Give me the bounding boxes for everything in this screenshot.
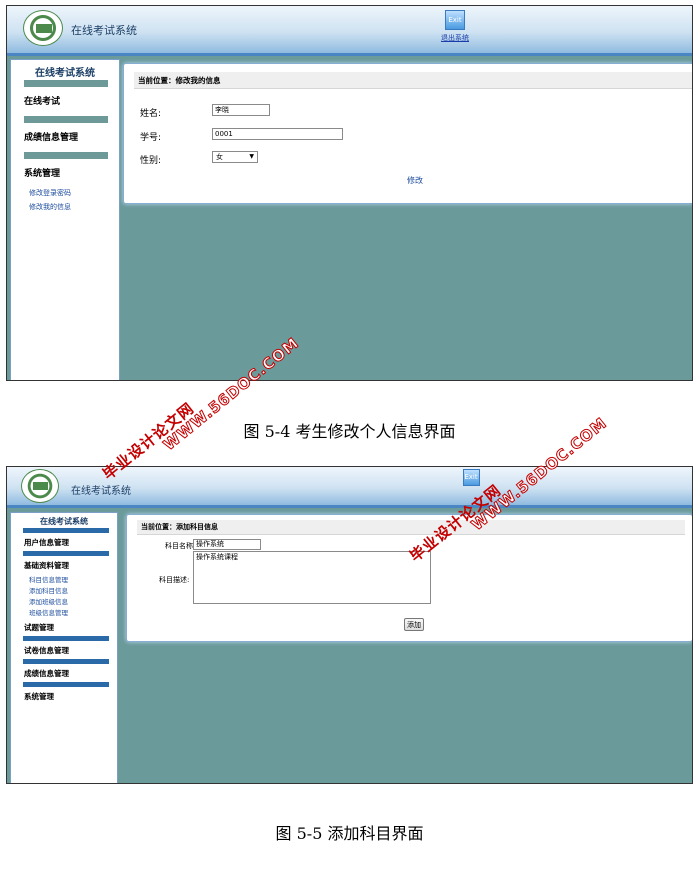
sidebar-heading: 在线考试系统 xyxy=(40,516,88,526)
screenshot-edit-my-info: 在线考试系统 Exit 退出系统 在线考试系统 在线考试 成绩信息管理 系统管理… xyxy=(6,5,693,381)
modify-link[interactable]: 修改 xyxy=(407,175,423,186)
sidebar-group-user-management[interactable]: 用户信息管理 xyxy=(11,533,117,551)
exit-control[interactable]: Exit xyxy=(453,469,489,486)
figure-caption-5-5: 图 5-5 添加科目界面 xyxy=(275,824,424,843)
breadcrumb: 当前位置：添加科目信息 xyxy=(137,520,685,535)
sidebar-group-system-management[interactable]: 系统管理 xyxy=(11,159,119,188)
exit-control[interactable]: Exit 退出系统 xyxy=(437,10,473,43)
sidebar-divider xyxy=(24,116,108,123)
university-logo xyxy=(21,469,59,503)
subject-desc-textarea[interactable]: 操作系统课程 xyxy=(193,551,431,604)
student-id-input[interactable]: 0001 xyxy=(212,128,343,140)
sidebar-link-add-subject[interactable]: 添加科目信息 xyxy=(11,585,117,596)
exit-link[interactable]: 退出系统 xyxy=(437,33,473,43)
gender-select[interactable]: 女 ▼ xyxy=(212,151,258,163)
app-title: 在线考试系统 xyxy=(71,486,131,497)
main-panel: 当前位置：添加科目信息 科目名称: 操作系统 科目描述: 操作系统课程 添加 xyxy=(126,514,692,642)
add-button[interactable]: 添加 xyxy=(404,618,424,631)
subject-name-input[interactable]: 操作系统 xyxy=(193,539,261,550)
sidebar-group-paper-management[interactable]: 试卷信息管理 xyxy=(11,641,117,659)
gender-label: 性别: xyxy=(140,156,162,166)
chevron-down-icon: ▼ xyxy=(249,153,254,160)
sidebar-group-online-exam[interactable]: 在线考试 xyxy=(11,87,119,116)
sidebar-link-change-password[interactable]: 修改登录密码 xyxy=(11,188,119,202)
subject-name-label: 科目名称: xyxy=(165,542,196,550)
sidebar-link-subject-management[interactable]: 科目信息管理 xyxy=(11,574,117,585)
sidebar-divider xyxy=(24,80,108,87)
breadcrumb: 当前位置：修改我的信息 xyxy=(134,72,692,89)
app-title: 在线考试系统 xyxy=(71,24,137,37)
gender-select-value: 女 xyxy=(216,153,223,161)
exit-icon[interactable]: Exit xyxy=(445,10,465,30)
sidebar-link-edit-my-info[interactable]: 修改我的信息 xyxy=(11,202,119,216)
sidebar-divider xyxy=(24,152,108,159)
student-id-label: 学号: xyxy=(140,133,162,143)
name-label: 姓名: xyxy=(140,109,162,119)
sidebar-link-class-management[interactable]: 班级信息管理 xyxy=(11,607,117,618)
sidebar-group-score-management[interactable]: 成绩信息管理 xyxy=(11,664,117,682)
exit-icon[interactable]: Exit xyxy=(462,469,480,486)
screenshot-add-subject: 在线考试系统 Exit 在线考试系统 用户信息管理 基础资料管理 科目信息管理 … xyxy=(6,466,693,784)
sidebar-group-basic-data[interactable]: 基础资料管理 xyxy=(11,556,117,574)
sidebar-group-system-management[interactable]: 系统管理 xyxy=(11,687,117,705)
main-panel: 当前位置：修改我的信息 姓名: 李晓 学号: 0001 性别: 女 ▼ 修改 xyxy=(123,63,692,204)
university-logo xyxy=(23,10,63,46)
sidebar-group-question-management[interactable]: 试题管理 xyxy=(11,618,117,636)
sidebar-link-add-class[interactable]: 添加班级信息 xyxy=(11,596,117,607)
app-header: 在线考试系统 Exit 退出系统 xyxy=(7,6,692,56)
sidebar-heading: 在线考试系统 xyxy=(35,68,95,79)
subject-desc-label: 科目描述: xyxy=(159,576,190,584)
name-input[interactable]: 李晓 xyxy=(212,104,270,116)
sidebar-group-score-management[interactable]: 成绩信息管理 xyxy=(11,123,119,152)
sidebar: 在线考试系统 用户信息管理 基础资料管理 科目信息管理 添加科目信息 添加班级信… xyxy=(10,512,118,783)
sidebar: 在线考试系统 在线考试 成绩信息管理 系统管理 修改登录密码 修改我的信息 xyxy=(10,59,120,380)
